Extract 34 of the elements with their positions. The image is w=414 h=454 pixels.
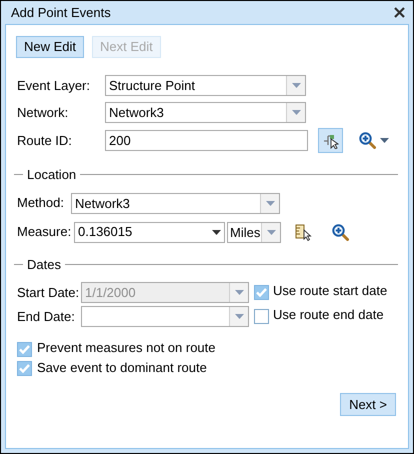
close-icon[interactable] bbox=[394, 7, 405, 18]
dropdown-field[interactable] bbox=[81, 306, 249, 327]
field-label: End Date: bbox=[17, 308, 76, 326]
caret-icon[interactable] bbox=[212, 230, 221, 234]
route-id-field[interactable]: 200 bbox=[105, 130, 308, 151]
checkbox[interactable] bbox=[17, 342, 32, 357]
field-label: Network: bbox=[17, 104, 70, 122]
dropdown-field[interactable]: Network3 bbox=[71, 192, 280, 214]
zoom-in-icon[interactable] bbox=[359, 132, 376, 149]
field-label: Measure: bbox=[17, 223, 72, 242]
ruler-cursor-icon[interactable] bbox=[295, 224, 312, 240]
checkbox-label: Prevent measures not on route bbox=[37, 339, 216, 357]
zoom-in-icon[interactable] bbox=[332, 224, 349, 240]
select-route-button[interactable] bbox=[318, 128, 343, 153]
toolbar-button[interactable]: New Edit bbox=[16, 36, 84, 58]
checkbox-label: Use route end date bbox=[273, 306, 384, 324]
window-title: Add Point Events bbox=[11, 4, 111, 22]
field-label: Route ID: bbox=[17, 132, 73, 150]
field-label: Event Layer: bbox=[17, 76, 91, 95]
dropdown-field[interactable]: Miles bbox=[227, 222, 281, 242]
next-button[interactable]: Next > bbox=[340, 393, 396, 416]
section-title: Location bbox=[27, 166, 76, 184]
checkbox[interactable] bbox=[254, 309, 269, 324]
field-label: Start Date: bbox=[17, 284, 80, 302]
checkbox[interactable] bbox=[17, 361, 32, 376]
caret-icon[interactable] bbox=[380, 138, 389, 143]
section-title: Dates bbox=[27, 256, 61, 274]
checkbox-label: Use route start date bbox=[273, 282, 388, 300]
checkbox-label: Save event to dominant route bbox=[37, 358, 207, 376]
select-cursor-icon bbox=[322, 132, 338, 148]
dropdown-field[interactable]: Network3 bbox=[105, 102, 306, 123]
field-label: Method: bbox=[17, 194, 65, 212]
dropdown-field[interactable]: Structure Point bbox=[105, 75, 306, 96]
measure-field[interactable]: 0.136015 bbox=[74, 222, 225, 242]
